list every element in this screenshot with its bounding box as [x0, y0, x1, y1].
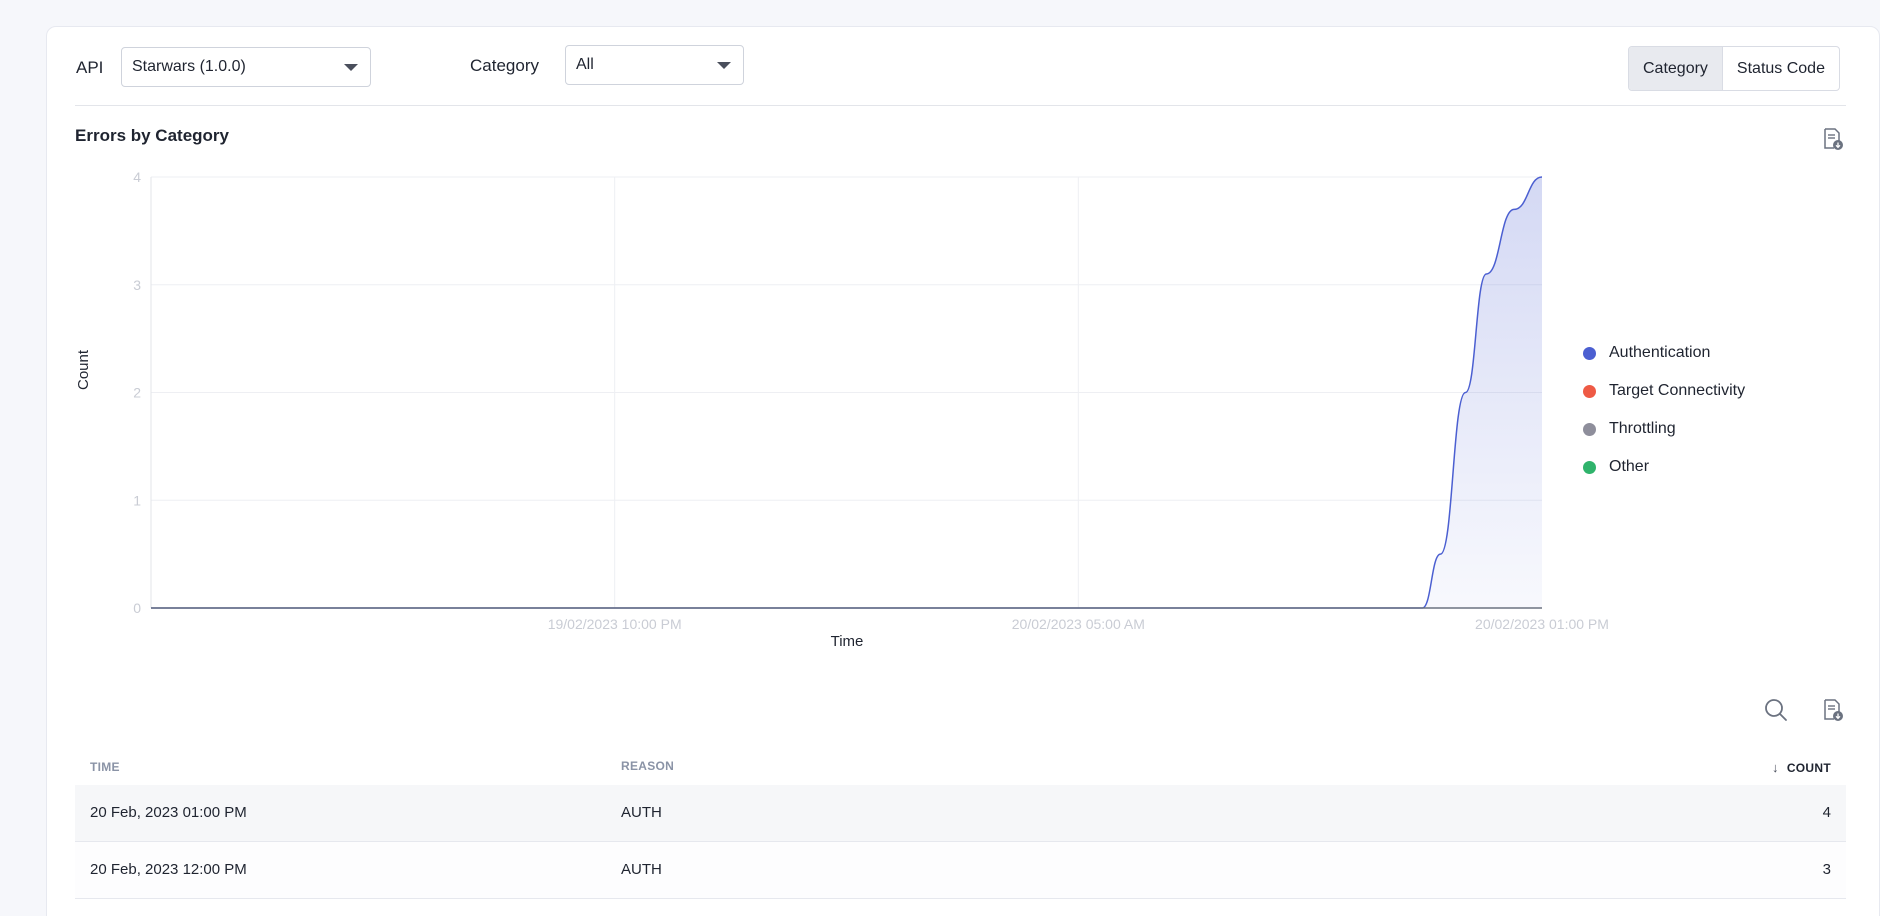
- download-report-icon[interactable]: [1818, 125, 1846, 153]
- cell-time: 20 Feb, 2023 01:00 PM: [90, 804, 247, 821]
- download-report-icon[interactable]: [1818, 696, 1846, 724]
- column-count[interactable]: ↓ COUNT: [1772, 760, 1831, 775]
- legend-label: Other: [1609, 458, 1650, 475]
- legend-dot: [1583, 422, 1596, 436]
- column-time[interactable]: TIME: [90, 760, 120, 774]
- chevron-down-icon: [344, 64, 358, 71]
- view-toggle: Category Status Code: [1628, 46, 1840, 91]
- sort-desc-icon: ↓: [1772, 760, 1779, 775]
- legend-dot: [1583, 460, 1596, 474]
- divider: [75, 105, 1846, 106]
- table-header: TIME REASON ↓ COUNT: [75, 752, 1846, 782]
- legend-item-target-connectivity[interactable]: Target Connectivity: [1583, 372, 1745, 410]
- toggle-category[interactable]: Category: [1629, 47, 1722, 90]
- legend-item-throttling[interactable]: Throttling: [1583, 410, 1745, 448]
- cell-reason: AUTH: [621, 804, 662, 821]
- column-count-label: COUNT: [1786, 761, 1831, 775]
- toggle-status-code[interactable]: Status Code: [1721, 47, 1839, 90]
- table-row[interactable]: 20 Feb, 2023 12:00 PM AUTH 3: [75, 842, 1846, 899]
- legend-label: Authentication: [1609, 344, 1711, 361]
- cell-reason: AUTH: [621, 861, 662, 878]
- cell-count: 3: [1822, 861, 1831, 878]
- legend-label: Throttling: [1609, 420, 1676, 437]
- category-select-value: All: [576, 56, 594, 73]
- column-reason[interactable]: REASON: [621, 759, 674, 773]
- legend-dot: [1583, 384, 1596, 398]
- legend-item-authentication[interactable]: Authentication: [1583, 334, 1745, 372]
- legend-item-other[interactable]: Other: [1583, 448, 1745, 486]
- legend-dot: [1583, 346, 1596, 360]
- chart-title: Errors by Category: [75, 126, 229, 145]
- search-icon[interactable]: [1762, 696, 1790, 724]
- chevron-down-icon: [717, 62, 731, 69]
- category-select[interactable]: All: [565, 45, 744, 85]
- api-select-value: Starwars (1.0.0): [132, 58, 246, 75]
- category-label: Category: [470, 56, 539, 75]
- cell-time: 20 Feb, 2023 12:00 PM: [90, 861, 247, 878]
- table-row[interactable]: 20 Feb, 2023 01:00 PM AUTH 4: [75, 785, 1846, 842]
- api-select[interactable]: Starwars (1.0.0): [121, 47, 371, 87]
- cell-count: 4: [1822, 804, 1831, 821]
- api-label: API: [76, 58, 104, 77]
- legend-label: Target Connectivity: [1609, 382, 1746, 399]
- chart-legend: Authentication Target Connectivity Throttl…: [1583, 334, 1745, 486]
